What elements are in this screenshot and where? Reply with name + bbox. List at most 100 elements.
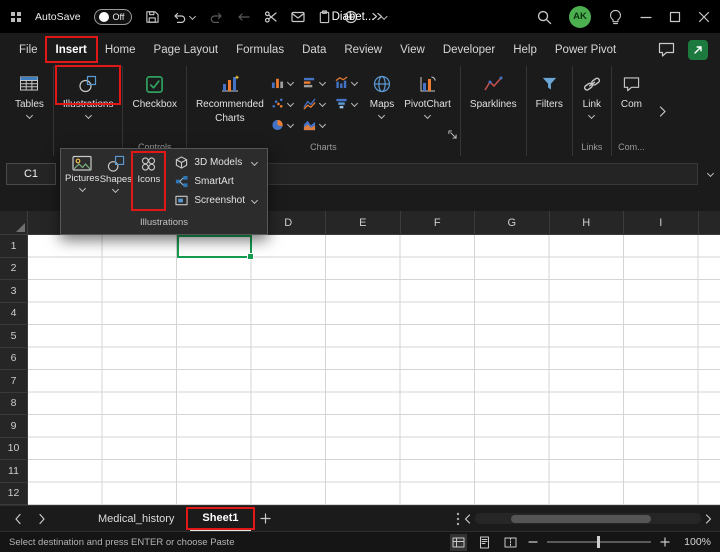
ribbon-scroll-right-button[interactable]	[651, 66, 674, 156]
comment-button[interactable]: Com	[616, 66, 647, 110]
save-icon[interactable]	[145, 10, 159, 24]
pivotchart-button[interactable]: PivotChart	[399, 66, 456, 119]
comments-icon[interactable]	[658, 42, 675, 57]
app-launcher-icon[interactable]	[10, 11, 22, 23]
pictures-button[interactable]: Pictures	[65, 152, 99, 217]
maximize-button[interactable]	[669, 11, 681, 23]
scroll-left-icon[interactable]	[464, 514, 471, 524]
sheet-options-dots-icon[interactable]	[456, 512, 460, 526]
grid-cells[interactable]	[28, 235, 720, 505]
active-cell-c1[interactable]	[177, 235, 252, 258]
icons-button[interactable]: Icons	[132, 152, 165, 217]
new-sheet-button[interactable]	[255, 513, 277, 524]
minimize-button[interactable]	[640, 11, 652, 23]
chevron-down-icon	[112, 187, 120, 193]
area-chart-button[interactable]	[301, 114, 333, 135]
link-button[interactable]: Link	[577, 66, 607, 119]
combo-chart-button[interactable]	[333, 72, 365, 93]
share-button[interactable]	[688, 40, 708, 60]
tab-home[interactable]: Home	[96, 33, 145, 66]
undo-button[interactable]	[172, 10, 197, 24]
row-header[interactable]: 9	[0, 415, 28, 438]
row-header[interactable]: 12	[0, 483, 28, 506]
page-layout-view-button[interactable]	[476, 534, 493, 551]
sheet-tab-sheet1[interactable]: Sheet1	[190, 506, 250, 531]
maps-button[interactable]: Maps	[365, 66, 399, 119]
scatter-chart-button[interactable]	[269, 93, 301, 114]
normal-view-button[interactable]	[450, 534, 467, 551]
paste-icon[interactable]	[318, 10, 331, 24]
row-header[interactable]: 1	[0, 235, 28, 258]
tab-page-layout[interactable]: Page Layout	[145, 33, 228, 66]
column-header-g[interactable]: G	[475, 211, 550, 234]
tables-button[interactable]: Tables	[10, 66, 49, 119]
tab-data[interactable]: Data	[293, 33, 335, 66]
sheet-nav-right-icon[interactable]	[32, 513, 52, 525]
pie-chart-button[interactable]	[269, 114, 301, 135]
redo-button[interactable]	[210, 10, 224, 24]
zoom-level[interactable]: 100%	[679, 536, 711, 548]
autosave-label: AutoSave	[35, 11, 81, 23]
scroll-right-icon[interactable]	[705, 514, 712, 524]
zoom-slider-thumb[interactable]	[597, 536, 600, 548]
tab-developer[interactable]: Developer	[434, 33, 504, 66]
back-icon[interactable]	[237, 10, 251, 24]
column-header-i[interactable]: I	[624, 211, 699, 234]
row-header[interactable]: 10	[0, 438, 28, 461]
tab-review[interactable]: Review	[335, 33, 391, 66]
scrollbar-thumb[interactable]	[511, 515, 651, 523]
document-title[interactable]: Diabet...	[332, 0, 389, 33]
row-header[interactable]: 4	[0, 303, 28, 326]
tab-formulas[interactable]: Formulas	[227, 33, 293, 66]
lightbulb-icon[interactable]	[608, 9, 623, 25]
sheet-tab-medical-history[interactable]: Medical_history	[86, 506, 186, 531]
column-header-h[interactable]: H	[550, 211, 625, 234]
funnel-chart-button[interactable]	[333, 93, 365, 114]
select-all-corner[interactable]	[0, 211, 28, 234]
tab-power-pivot[interactable]: Power Pivot	[546, 33, 625, 66]
sparklines-button[interactable]: Sparklines	[465, 66, 522, 110]
column-header-f[interactable]: F	[401, 211, 476, 234]
row-header[interactable]: 2	[0, 258, 28, 281]
page-break-view-button[interactable]	[502, 534, 519, 551]
zoom-out-icon[interactable]	[528, 537, 538, 547]
bar-chart-button[interactable]	[301, 72, 333, 93]
tab-help[interactable]: Help	[504, 33, 546, 66]
close-button[interactable]	[698, 11, 710, 23]
avatar[interactable]: AK	[569, 6, 591, 28]
tab-insert[interactable]: Insert	[47, 33, 96, 66]
row-header[interactable]: 8	[0, 393, 28, 416]
illustrations-button[interactable]: Illustrations	[58, 66, 119, 119]
zoom-slider[interactable]	[547, 541, 651, 543]
recommended-charts-button[interactable]: Recommended Charts	[191, 66, 269, 124]
table-icon	[19, 72, 39, 96]
formula-bar-expand-icon[interactable]	[706, 171, 714, 177]
tab-view[interactable]: View	[391, 33, 434, 66]
3d-models-item[interactable]: 3D Models	[175, 153, 263, 172]
row-header[interactable]: 7	[0, 370, 28, 393]
cut-icon[interactable]	[264, 10, 278, 24]
column-chart-button[interactable]	[269, 72, 301, 93]
illustrations-flyout: Pictures Shapes Icons 3D Models	[60, 148, 268, 235]
email-icon[interactable]	[291, 11, 305, 23]
line-chart-button[interactable]	[301, 93, 333, 114]
scrollbar-track[interactable]	[475, 513, 701, 524]
row-header[interactable]: 6	[0, 348, 28, 371]
column-header-e[interactable]: E	[326, 211, 401, 234]
filters-button[interactable]: Filters	[531, 66, 568, 110]
row-header[interactable]: 11	[0, 460, 28, 483]
zoom-in-icon[interactable]	[660, 537, 670, 547]
name-box[interactable]: C1	[6, 163, 56, 185]
autosave-toggle[interactable]: Off	[94, 9, 132, 25]
row-header[interactable]: 3	[0, 280, 28, 303]
screenshot-item[interactable]: Screenshot	[175, 191, 263, 210]
search-icon[interactable]	[536, 9, 552, 25]
tab-file[interactable]: File	[10, 33, 47, 66]
checkbox-button[interactable]: Checkbox	[127, 66, 181, 110]
smartart-item[interactable]: SmartArt	[175, 172, 263, 191]
shapes-button[interactable]: Shapes	[99, 152, 132, 217]
chevron-down-icon	[588, 113, 596, 119]
sheet-nav-left-icon[interactable]	[8, 513, 28, 525]
row-header[interactable]: 5	[0, 325, 28, 348]
charts-dialog-launcher[interactable]	[448, 130, 457, 139]
